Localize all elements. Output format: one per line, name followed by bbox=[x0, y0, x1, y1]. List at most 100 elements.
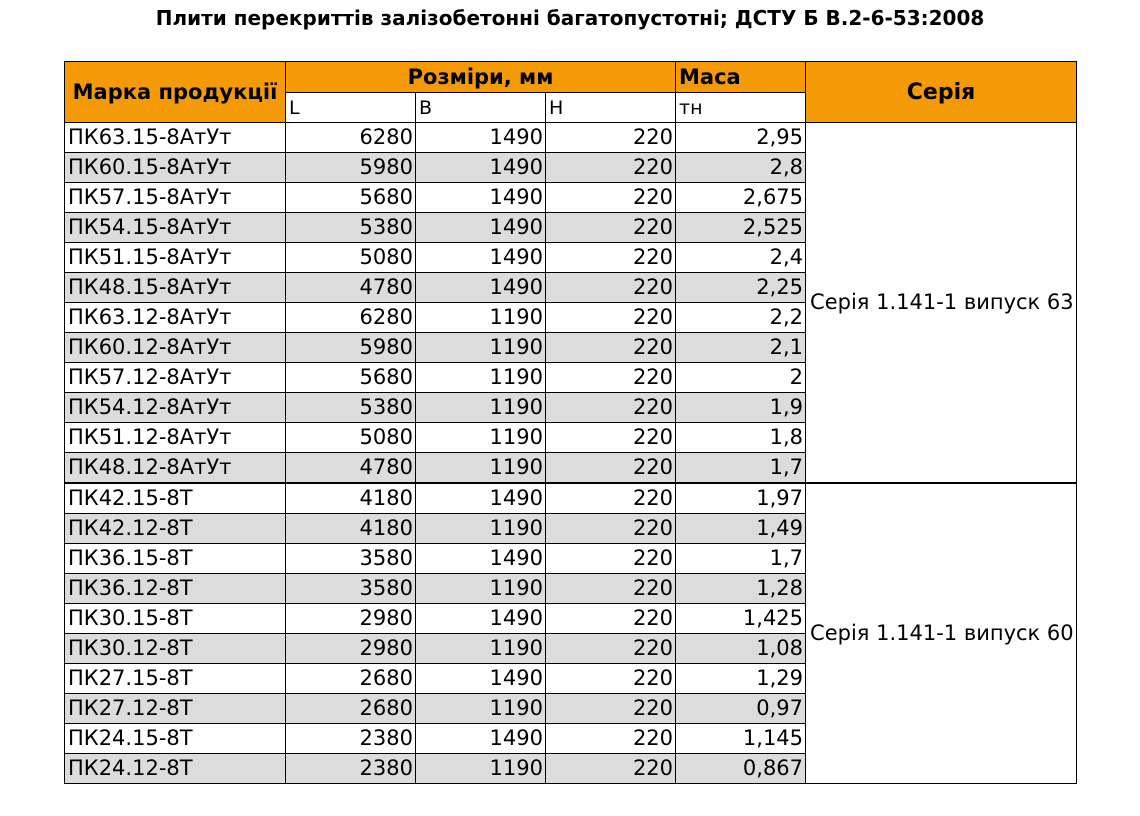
width-cell: 1490 bbox=[415, 723, 546, 754]
length-cell: 5380 bbox=[285, 212, 416, 243]
product-mark-cell: ПК36.15-8Т bbox=[64, 543, 286, 574]
product-mark-cell: ПК36.12-8Т bbox=[64, 573, 286, 604]
product-mark-cell: ПК48.15-8АтУт bbox=[64, 272, 286, 303]
header-sizes: Розміри, мм bbox=[284, 61, 677, 93]
series-cell: Серія 1.141-1 випуск 60 bbox=[805, 482, 1078, 784]
height-cell: 220 bbox=[544, 422, 677, 453]
mass-cell: 1,9 bbox=[675, 392, 807, 423]
height-cell: 220 bbox=[544, 543, 677, 574]
height-cell: 220 bbox=[544, 633, 677, 664]
header-mass: Маса bbox=[675, 61, 807, 93]
height-cell: 220 bbox=[544, 573, 677, 604]
header-L: L bbox=[285, 92, 416, 123]
length-cell: 5680 bbox=[285, 182, 416, 213]
length-cell: 5980 bbox=[285, 332, 416, 363]
mass-cell: 2,4 bbox=[675, 242, 807, 273]
product-mark-cell: ПК63.12-8АтУт bbox=[64, 302, 286, 333]
width-cell: 1190 bbox=[415, 753, 546, 784]
product-mark-cell: ПК24.12-8Т bbox=[64, 753, 286, 784]
height-cell: 220 bbox=[544, 272, 677, 303]
width-cell: 1190 bbox=[415, 633, 546, 664]
mass-cell: 2,2 bbox=[675, 302, 807, 333]
length-cell: 5980 bbox=[285, 152, 416, 183]
header-series: Серія bbox=[805, 61, 1078, 123]
mass-cell: 2,675 bbox=[675, 182, 807, 213]
width-cell: 1190 bbox=[415, 513, 546, 544]
product-mark-cell: ПК48.12-8АтУт bbox=[64, 452, 286, 484]
width-cell: 1190 bbox=[415, 362, 546, 393]
length-cell: 4780 bbox=[285, 272, 416, 303]
length-cell: 5380 bbox=[285, 392, 416, 423]
header-mark: Марка продукції bbox=[64, 61, 286, 123]
height-cell: 220 bbox=[544, 693, 677, 724]
width-cell: 1490 bbox=[415, 152, 546, 183]
width-cell: 1490 bbox=[415, 182, 546, 213]
product-mark-cell: ПК24.15-8Т bbox=[64, 723, 286, 754]
header-H: H bbox=[544, 92, 677, 123]
product-mark-cell: ПК54.12-8АтУт bbox=[64, 392, 286, 423]
length-cell: 2380 bbox=[285, 723, 416, 754]
mass-cell: 1,425 bbox=[675, 603, 807, 634]
mass-cell: 1,97 bbox=[675, 482, 807, 514]
height-cell: 220 bbox=[544, 663, 677, 694]
product-mark-cell: ПК60.12-8АтУт bbox=[64, 332, 286, 363]
product-mark-cell: ПК54.15-8АтУт bbox=[64, 212, 286, 243]
height-cell: 220 bbox=[544, 212, 677, 243]
height-cell: 220 bbox=[544, 332, 677, 363]
mass-cell: 2,1 bbox=[675, 332, 807, 363]
mass-cell: 1,29 bbox=[675, 663, 807, 694]
length-cell: 2680 bbox=[285, 693, 416, 724]
height-cell: 220 bbox=[544, 482, 677, 514]
height-cell: 220 bbox=[544, 603, 677, 634]
mass-cell: 1,28 bbox=[675, 573, 807, 604]
length-cell: 4180 bbox=[285, 482, 416, 514]
length-cell: 6280 bbox=[285, 122, 416, 153]
height-cell: 220 bbox=[544, 182, 677, 213]
width-cell: 1490 bbox=[415, 242, 546, 273]
product-mark-cell: ПК30.15-8Т bbox=[64, 603, 286, 634]
width-cell: 1490 bbox=[415, 482, 546, 514]
series-cell: Серія 1.141-1 випуск 63 bbox=[805, 122, 1078, 484]
mass-cell: 1,8 bbox=[675, 422, 807, 453]
mass-cell: 1,08 bbox=[675, 633, 807, 664]
height-cell: 220 bbox=[544, 122, 677, 153]
mass-cell: 0,97 bbox=[675, 693, 807, 724]
mass-cell: 2 bbox=[675, 362, 807, 393]
page-title: Плити перекриттів залізобетонні багатопу… bbox=[155, 6, 985, 30]
height-cell: 220 bbox=[544, 753, 677, 784]
length-cell: 2680 bbox=[285, 663, 416, 694]
mass-cell: 2,8 bbox=[675, 152, 807, 183]
height-cell: 220 bbox=[544, 302, 677, 333]
length-cell: 5080 bbox=[285, 242, 416, 273]
width-cell: 1190 bbox=[415, 693, 546, 724]
height-cell: 220 bbox=[544, 723, 677, 754]
product-mark-cell: ПК51.15-8АтУт bbox=[64, 242, 286, 273]
length-cell: 2980 bbox=[285, 603, 416, 634]
mass-cell: 2,95 bbox=[675, 122, 807, 153]
length-cell: 3580 bbox=[285, 573, 416, 604]
product-mark-cell: ПК27.15-8Т bbox=[64, 663, 286, 694]
width-cell: 1490 bbox=[415, 122, 546, 153]
length-cell: 4180 bbox=[285, 513, 416, 544]
length-cell: 2980 bbox=[285, 633, 416, 664]
width-cell: 1490 bbox=[415, 543, 546, 574]
length-cell: 5680 bbox=[285, 362, 416, 393]
product-mark-cell: ПК42.15-8Т bbox=[64, 482, 286, 514]
header-mass-unit: тн bbox=[675, 92, 807, 123]
mass-cell: 0,867 bbox=[675, 753, 807, 784]
width-cell: 1190 bbox=[415, 422, 546, 453]
table-body: ПК63.15-8АтУт 6280 1490 220 2,95 Серія 1.141-… bbox=[64, 122, 1078, 784]
width-cell: 1190 bbox=[415, 332, 546, 363]
width-cell: 1490 bbox=[415, 663, 546, 694]
length-cell: 6280 bbox=[285, 302, 416, 333]
width-cell: 1490 bbox=[415, 212, 546, 243]
product-mark-cell: ПК60.15-8АтУт bbox=[64, 152, 286, 183]
height-cell: 220 bbox=[544, 242, 677, 273]
length-cell: 4780 bbox=[285, 452, 416, 484]
length-cell: 2380 bbox=[285, 753, 416, 784]
width-cell: 1190 bbox=[415, 392, 546, 423]
height-cell: 220 bbox=[544, 513, 677, 544]
table-row: ПК63.15-8АтУт 6280 1490 220 2,95 Серія 1.141-… bbox=[64, 122, 1078, 484]
product-mark-cell: ПК30.12-8Т bbox=[64, 633, 286, 664]
length-cell: 3580 bbox=[285, 543, 416, 574]
